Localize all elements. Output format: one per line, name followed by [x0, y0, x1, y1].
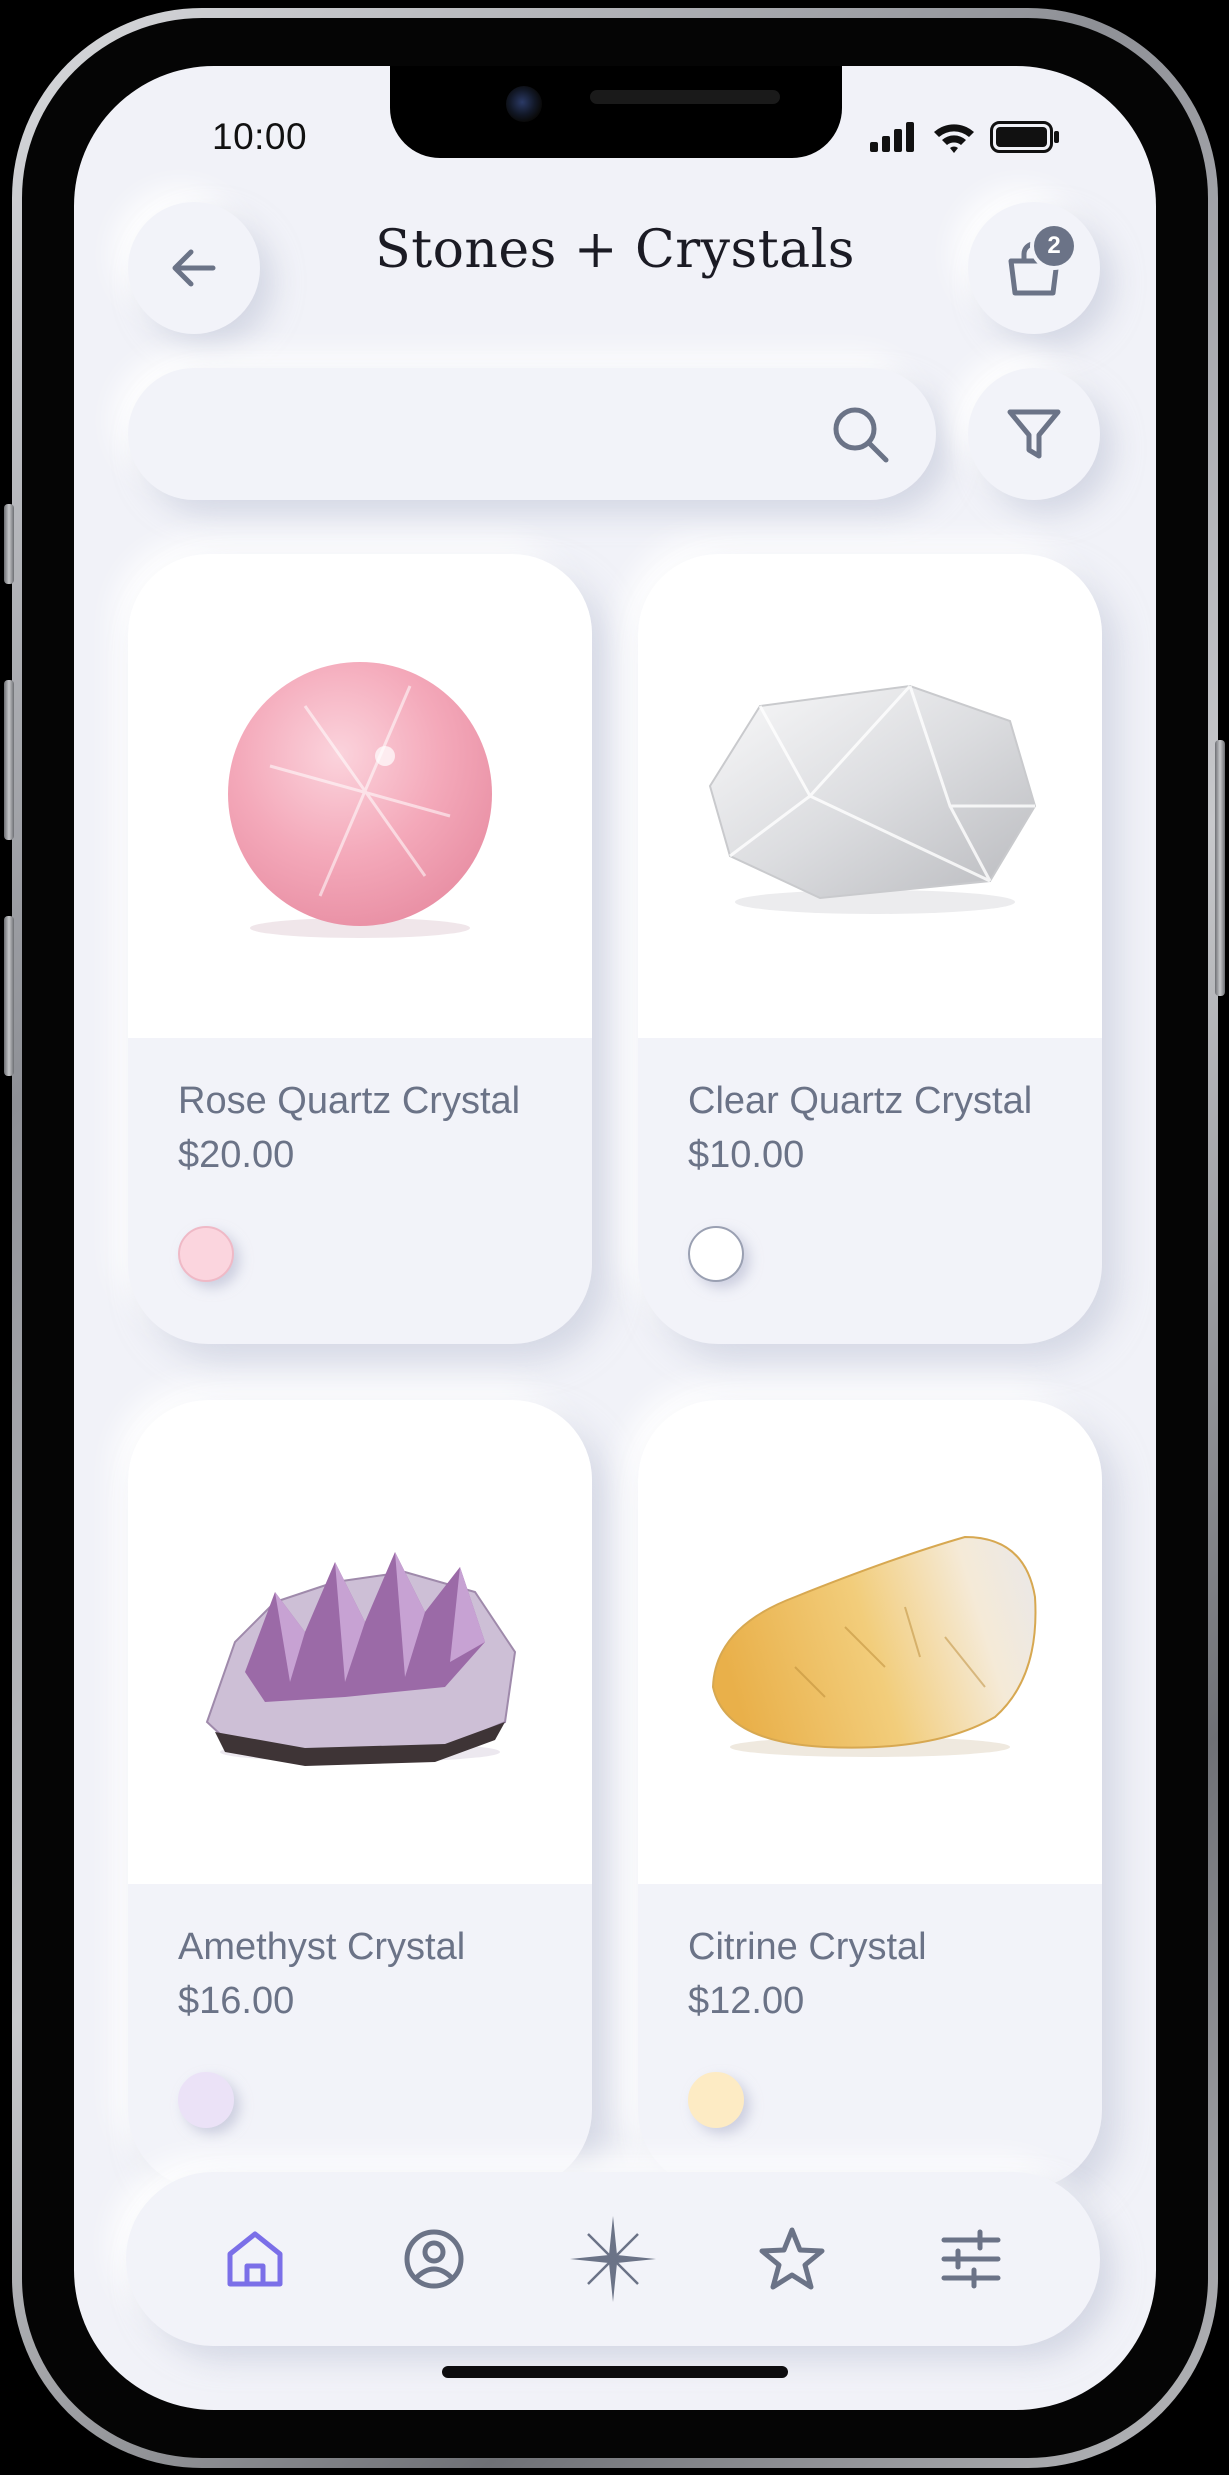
product-card[interactable]: Clear Quartz Crystal $10.00 [638, 554, 1102, 1344]
product-name: Rose Quartz Crystal [178, 1080, 521, 1122]
product-image-area [638, 1400, 1102, 1884]
product-image-area [638, 554, 1102, 1038]
mute-switch [4, 504, 14, 584]
cart-button[interactable]: 2 [968, 202, 1100, 334]
product-price: $16.00 [178, 1980, 295, 2022]
profile-icon [404, 2229, 464, 2289]
filter-icon [1007, 409, 1061, 459]
star-icon [759, 2227, 825, 2290]
front-camera [506, 86, 542, 122]
cart-count-badge: 2 [1034, 226, 1074, 266]
product-name: Citrine Crystal [688, 1926, 927, 1968]
speaker [590, 90, 780, 104]
status-time: 10:00 [212, 116, 308, 157]
filter-button[interactable] [968, 368, 1100, 500]
search-icon[interactable] [828, 402, 892, 466]
product-image-area [128, 554, 592, 1038]
bottom-tab-bar [126, 2172, 1100, 2346]
status-icons [868, 121, 1060, 153]
tab-settings[interactable] [916, 2204, 1026, 2314]
product-name: Amethyst Crystal [178, 1926, 466, 1968]
product-card[interactable]: Rose Quartz Crystal $20.00 [128, 554, 592, 1344]
search-bar[interactable] [128, 368, 936, 500]
citrine-image [711, 1535, 1037, 1757]
wifi-icon [934, 124, 974, 153]
tab-favorites[interactable] [737, 2204, 847, 2314]
home-indicator [442, 2366, 788, 2378]
rose-quartz-image [228, 662, 492, 938]
product-name: Clear Quartz Crystal [688, 1080, 1033, 1122]
product-card[interactable]: Amethyst Crystal $16.00 [128, 1400, 592, 2190]
color-swatch[interactable] [688, 2072, 744, 2128]
color-swatch[interactable] [178, 2072, 234, 2128]
app-screen: 10:00 Stones + Crystals 2 Rose Quartz Cr… [74, 66, 1156, 2410]
volume-up-button [4, 680, 14, 840]
sparkle-icon [569, 2216, 656, 2302]
power-button [1215, 740, 1225, 996]
volume-down-button [4, 916, 14, 1076]
product-price: $20.00 [178, 1134, 295, 1176]
color-swatch[interactable] [178, 1226, 234, 1282]
battery-icon [990, 121, 1059, 153]
product-card[interactable]: Citrine Crystal $12.00 [638, 1400, 1102, 2190]
home-icon [227, 2231, 283, 2287]
product-image-area [128, 1400, 592, 1884]
sliders-icon [941, 2229, 1001, 2289]
amethyst-image [205, 1552, 517, 1766]
clear-quartz-image [708, 684, 1037, 914]
signal-icon [870, 122, 914, 152]
color-swatch[interactable] [688, 1226, 744, 1282]
tab-sparkle[interactable] [558, 2204, 668, 2314]
product-price: $12.00 [688, 1980, 805, 2022]
notch [390, 66, 842, 158]
tab-home[interactable] [200, 2204, 310, 2314]
tab-profile[interactable] [379, 2204, 489, 2314]
product-price: $10.00 [688, 1134, 805, 1176]
search-input[interactable] [168, 398, 792, 470]
